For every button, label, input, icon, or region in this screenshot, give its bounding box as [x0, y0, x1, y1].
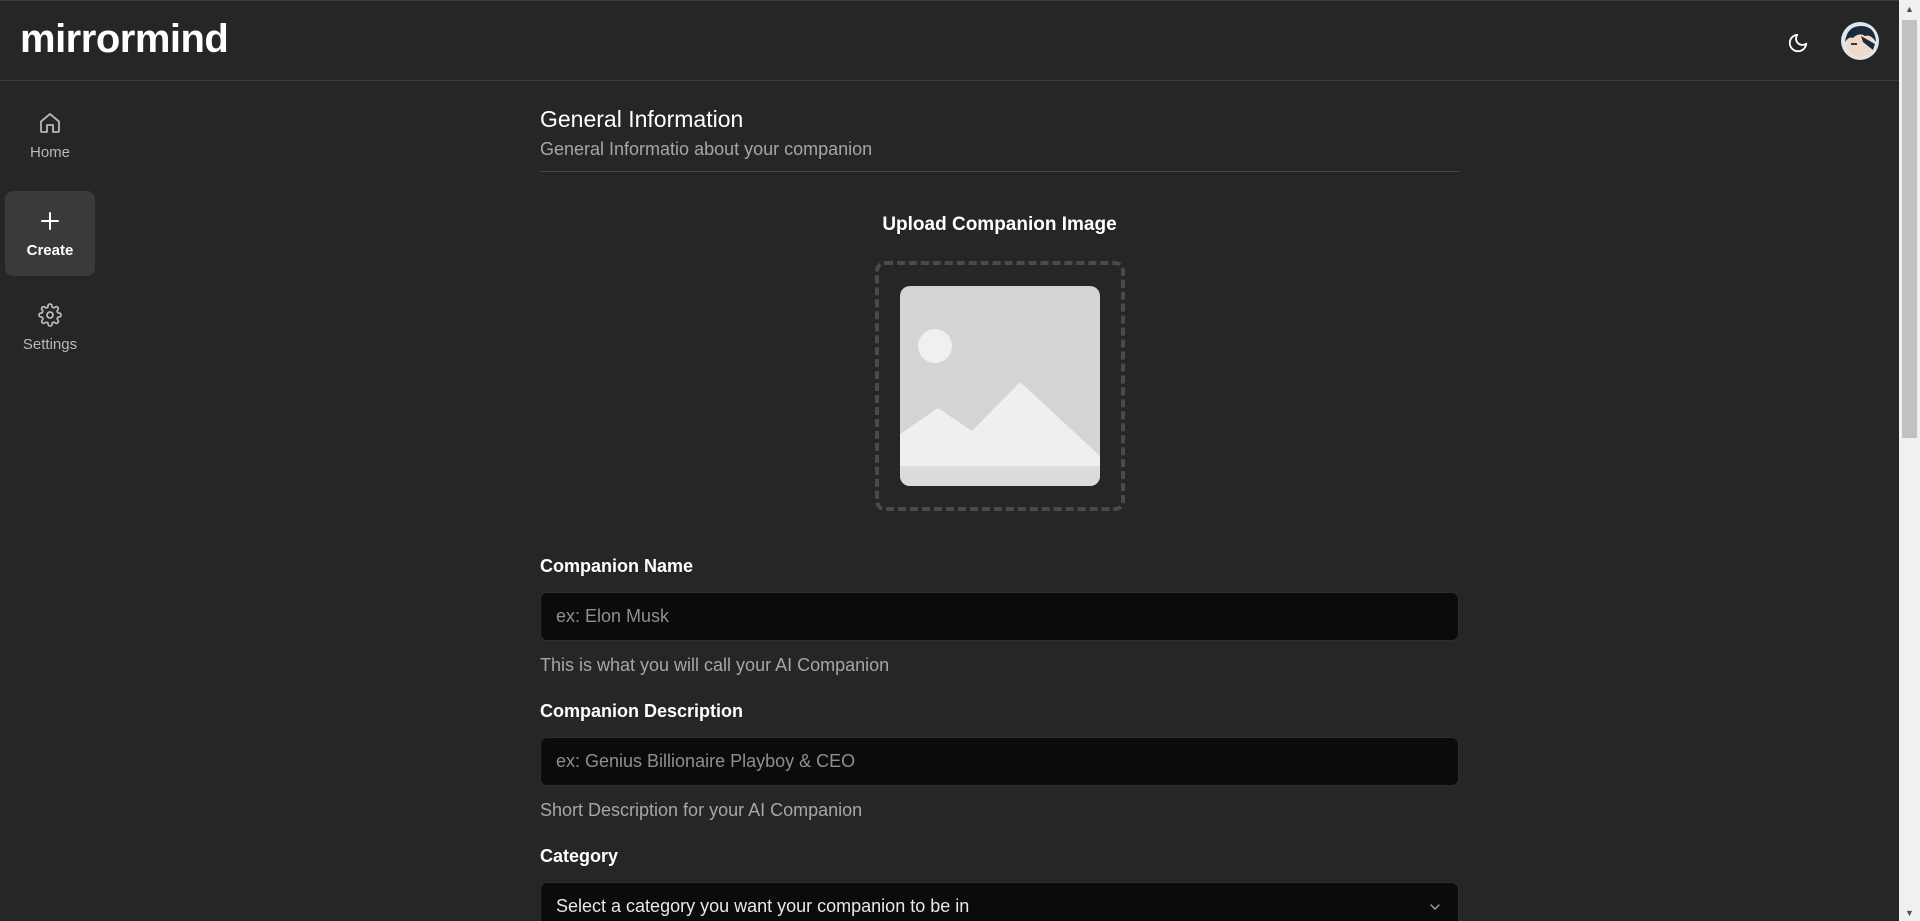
avatar-image — [1841, 22, 1879, 60]
image-upload-dropzone[interactable] — [875, 261, 1125, 511]
companion-name-input[interactable] — [540, 592, 1459, 641]
theme-toggle-button[interactable] — [1782, 27, 1814, 59]
sidebar-item-create[interactable]: Create — [5, 191, 95, 276]
sidebar-item-label: Settings — [22, 336, 78, 353]
companion-name-label: Companion Name — [540, 556, 694, 576]
sidebar-item-settings[interactable]: Settings — [5, 285, 95, 370]
scroll-down-arrow-icon[interactable]: ▼ — [1899, 904, 1920, 921]
category-select-value: Select a category you want your companio… — [556, 896, 970, 916]
companion-name-help: This is what you will call your AI Compa… — [540, 655, 890, 675]
top-bar: mirrormind — [0, 0, 1899, 81]
image-placeholder-icon — [900, 286, 1100, 486]
chevron-down-icon — [1430, 903, 1440, 910]
app-logo[interactable]: mirrormind — [20, 17, 229, 62]
scroll-up-arrow-icon[interactable]: ▲ — [1899, 0, 1920, 17]
gear-icon — [37, 302, 63, 328]
companion-description-help: Short Description for your AI Companion — [540, 800, 863, 820]
scrollbar-thumb[interactable] — [1902, 20, 1917, 438]
page-scrollbar[interactable]: ▲ ▼ — [1899, 0, 1920, 921]
category-label: Category — [540, 846, 619, 866]
section-title: General Information — [540, 106, 744, 132]
upload-title: Upload Companion Image — [882, 214, 1117, 235]
user-avatar[interactable] — [1841, 22, 1879, 60]
section-divider — [540, 171, 1459, 172]
category-select[interactable]: Select a category you want your companio… — [540, 882, 1459, 921]
companion-description-input[interactable] — [540, 737, 1459, 786]
sidebar: Home Create Settings — [0, 82, 100, 921]
plus-icon — [37, 208, 63, 234]
sidebar-item-label: Create — [26, 242, 74, 259]
section-subtitle: General Informatio about your companion — [540, 139, 873, 159]
sidebar-item-label: Home — [29, 144, 70, 161]
companion-description-label: Companion Description — [540, 701, 744, 721]
moon-icon — [1788, 33, 1808, 53]
sidebar-item-home[interactable]: Home — [5, 93, 95, 178]
home-icon — [37, 110, 63, 136]
